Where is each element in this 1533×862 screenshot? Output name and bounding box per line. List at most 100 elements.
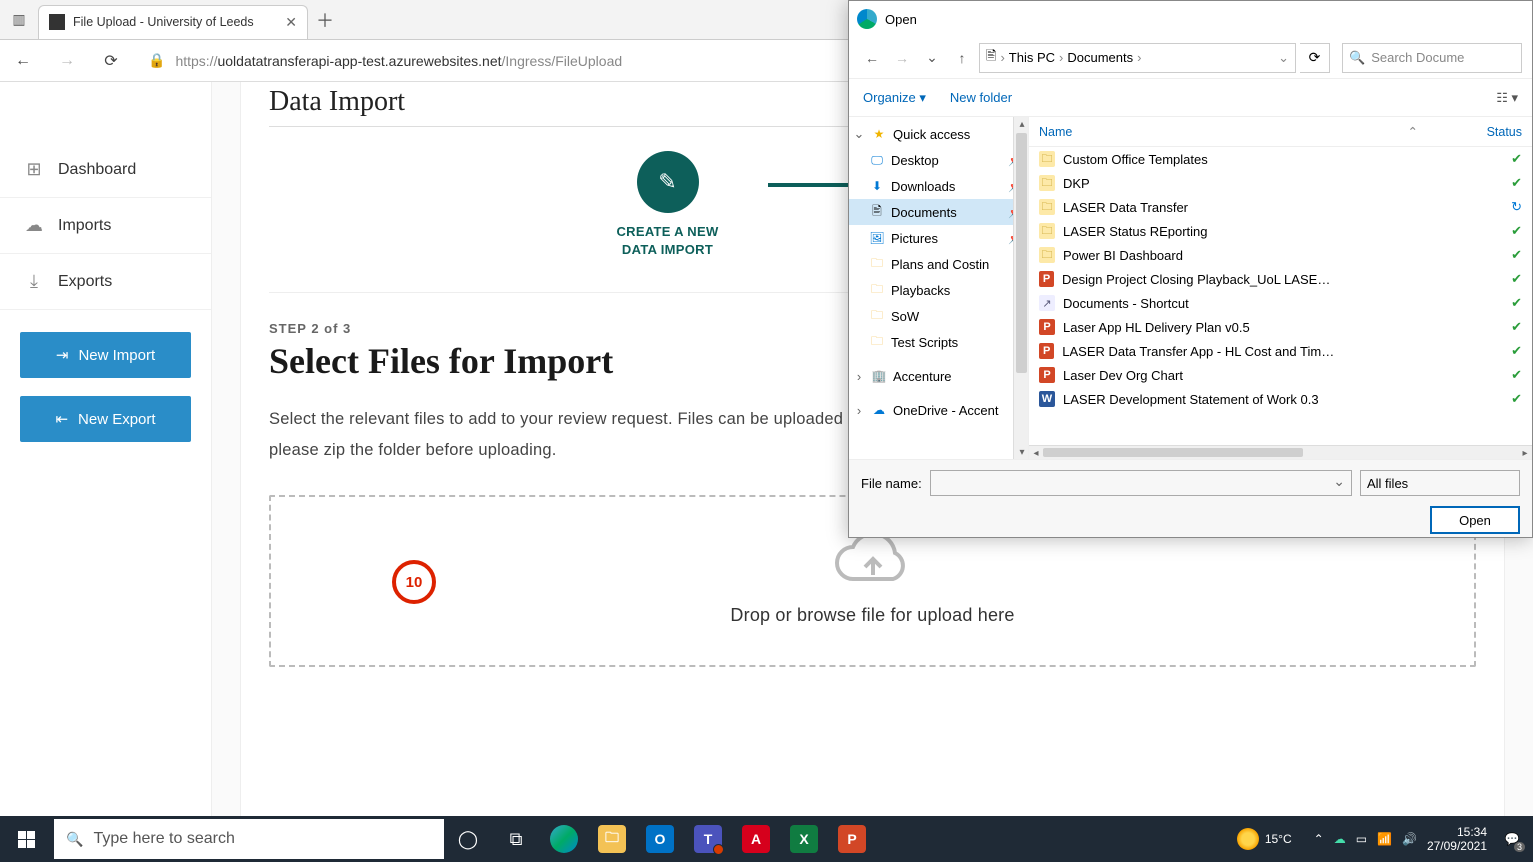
forward-button[interactable]: → [50,44,84,78]
onedrive-tray-icon[interactable]: ☁ [1334,832,1346,846]
sidebar-scrollbar[interactable]: ▴▾ [1013,117,1029,459]
file-row[interactable]: 🗀Custom Office Templates✔ [1029,147,1532,171]
dialog-footer: File name: All files Open [849,459,1532,537]
side-plans[interactable]: 🗀Plans and Costin [849,251,1028,277]
weather-icon [1237,828,1259,850]
side-playbacks[interactable]: 🗀Playbacks [849,277,1028,303]
file-type-filter[interactable]: All files [1360,470,1520,496]
tray-overflow-icon[interactable]: ⌃ [1314,832,1324,846]
file-row[interactable]: WLASER Development Statement of Work 0.3… [1029,387,1532,411]
new-import-button[interactable]: ⇥ New Import [20,332,191,378]
task-view-button[interactable]: ⧉ [492,816,540,862]
step-label: CREATE A NEW DATA IMPORT [616,223,718,258]
clock[interactable]: 15:34 27/09/2021 [1427,825,1487,854]
browser-tab[interactable]: File Upload - University of Leeds ✕ [38,5,308,39]
search-icon: 🔍 [66,831,83,848]
dlg-recent-button[interactable]: ⌄ [919,45,945,71]
breadcrumb[interactable]: 🖹 › This PC › Documents › ⌄ [979,43,1296,73]
status-ok-icon: ✔ [1511,247,1522,263]
side-accenture[interactable]: ›🏢Accenture [849,363,1028,389]
tab-title: File Upload - University of Leeds [73,15,277,29]
dlg-search-input[interactable]: 🔍 Search Docume [1342,43,1522,73]
filename-input[interactable] [930,470,1352,496]
chevron-right-icon: › [853,369,865,384]
crumb-item[interactable]: Documents [1067,50,1133,65]
side-tests[interactable]: 🗀Test Scripts [849,329,1028,355]
side-onedrive[interactable]: ›☁OneDrive - Accent [849,397,1028,423]
file-name: Laser Dev Org Chart [1063,368,1183,383]
taskbar-app-explorer[interactable]: 🗀 [588,816,636,862]
pencil-icon: ✎ [658,169,676,195]
wifi-icon[interactable]: 📶 [1377,832,1392,846]
side-documents[interactable]: 🖹Documents📌 [849,199,1028,225]
status-ok-icon: ✔ [1511,367,1522,383]
step-circle-1: ✎ [637,151,699,213]
taskbar-search[interactable]: 🔍 Type here to search [54,819,444,859]
building-icon: 🏢 [871,368,887,384]
status-column-header[interactable]: Status [1487,125,1522,139]
action-center-button[interactable]: 💬 3 [1497,824,1527,854]
dlg-back-button[interactable]: ← [859,45,885,71]
new-folder-button[interactable]: New folder [950,90,1012,105]
side-sow[interactable]: 🗀SoW [849,303,1028,329]
taskbar-app-teams[interactable]: T [684,816,732,862]
file-row[interactable]: 🗀Power BI Dashboard✔ [1029,243,1532,267]
file-row[interactable]: PLASER Data Transfer App - HL Cost and T… [1029,339,1532,363]
sidebar-item-exports[interactable]: ⤓ Exports [0,254,211,310]
organize-menu[interactable]: Organize ▾ [863,90,926,106]
file-list-header[interactable]: Name ⌃ Status [1029,117,1532,147]
side-downloads[interactable]: ⬇Downloads📌 [849,173,1028,199]
battery-icon[interactable]: ▭ [1356,832,1367,846]
chevron-down-icon[interactable]: ⌄ [1278,50,1289,66]
side-desktop[interactable]: 🖵Desktop📌 [849,147,1028,173]
crumb-item[interactable]: This PC [1009,50,1055,65]
url-text: https://uoldatatransferapi-app-test.azur… [175,53,622,69]
new-tab-button[interactable]: ＋ [308,3,342,37]
download-icon: ⬇ [869,178,885,194]
taskbar-app-powerpoint[interactable]: P [828,816,876,862]
file-row[interactable]: 🗀LASER Status REporting✔ [1029,219,1532,243]
taskbar-app-outlook[interactable]: O [636,816,684,862]
folder-icon: 🗀 [869,308,885,324]
file-name: Power BI Dashboard [1063,248,1183,263]
cortana-button[interactable]: ◯ [444,816,492,862]
search-placeholder: Type here to search [93,830,234,848]
file-row[interactable]: PLaser Dev Org Chart✔ [1029,363,1532,387]
open-button[interactable]: Open [1430,506,1520,534]
side-pictures[interactable]: 🖼Pictures📌 [849,225,1028,251]
file-row[interactable]: PLaser App HL Delivery Plan v0.5✔ [1029,315,1532,339]
dlg-up-button[interactable]: ↑ [949,45,975,71]
notification-count: 3 [1514,842,1525,852]
date: 27/09/2021 [1427,839,1487,853]
taskbar-app-excel[interactable]: X [780,816,828,862]
file-row[interactable]: 🗀LASER Data Transfer↻ [1029,195,1532,219]
file-row[interactable]: 🗀DKP✔ [1029,171,1532,195]
taskbar-app-acrobat[interactable]: A [732,816,780,862]
view-options-button[interactable]: ☷ ▾ [1496,90,1518,106]
file-list-hscroll[interactable]: ◂▸ [1029,445,1532,459]
sidebar-item-imports[interactable]: ☁ Imports [0,198,211,254]
start-button[interactable] [0,816,52,862]
name-column-header[interactable]: Name [1039,125,1339,139]
folder-icon: 🖹 [986,47,996,69]
file-row[interactable]: PDesign Project Closing Playback_UoL LAS… [1029,267,1532,291]
sidebar-item-dashboard[interactable]: ⊞ Dashboard [0,142,211,198]
pictures-icon: 🖼 [869,230,885,246]
button-label: New Export [78,411,156,428]
tab-actions-icon[interactable]: ▥ [0,0,38,40]
search-icon: 🔍 [1349,50,1365,66]
close-tab-icon[interactable]: ✕ [285,14,297,31]
grid-icon: ⊞ [24,159,44,180]
quick-access-group[interactable]: ⌄ ★ Quick access [849,121,1028,147]
taskbar-app-edge[interactable] [540,816,588,862]
dlg-refresh-button[interactable]: ⟳ [1300,43,1330,73]
back-button[interactable]: ← [6,44,40,78]
file-name: LASER Development Statement of Work 0.3 [1063,392,1319,407]
file-row[interactable]: ↗Documents - Shortcut✔ [1029,291,1532,315]
side-label: Quick access [893,127,970,142]
new-export-button[interactable]: ⇤ New Export [20,396,191,442]
weather-widget[interactable]: 15°C [1237,828,1292,850]
dlg-forward-button[interactable]: → [889,45,915,71]
volume-icon[interactable]: 🔊 [1402,832,1417,846]
refresh-button[interactable]: ⟳ [94,44,128,78]
